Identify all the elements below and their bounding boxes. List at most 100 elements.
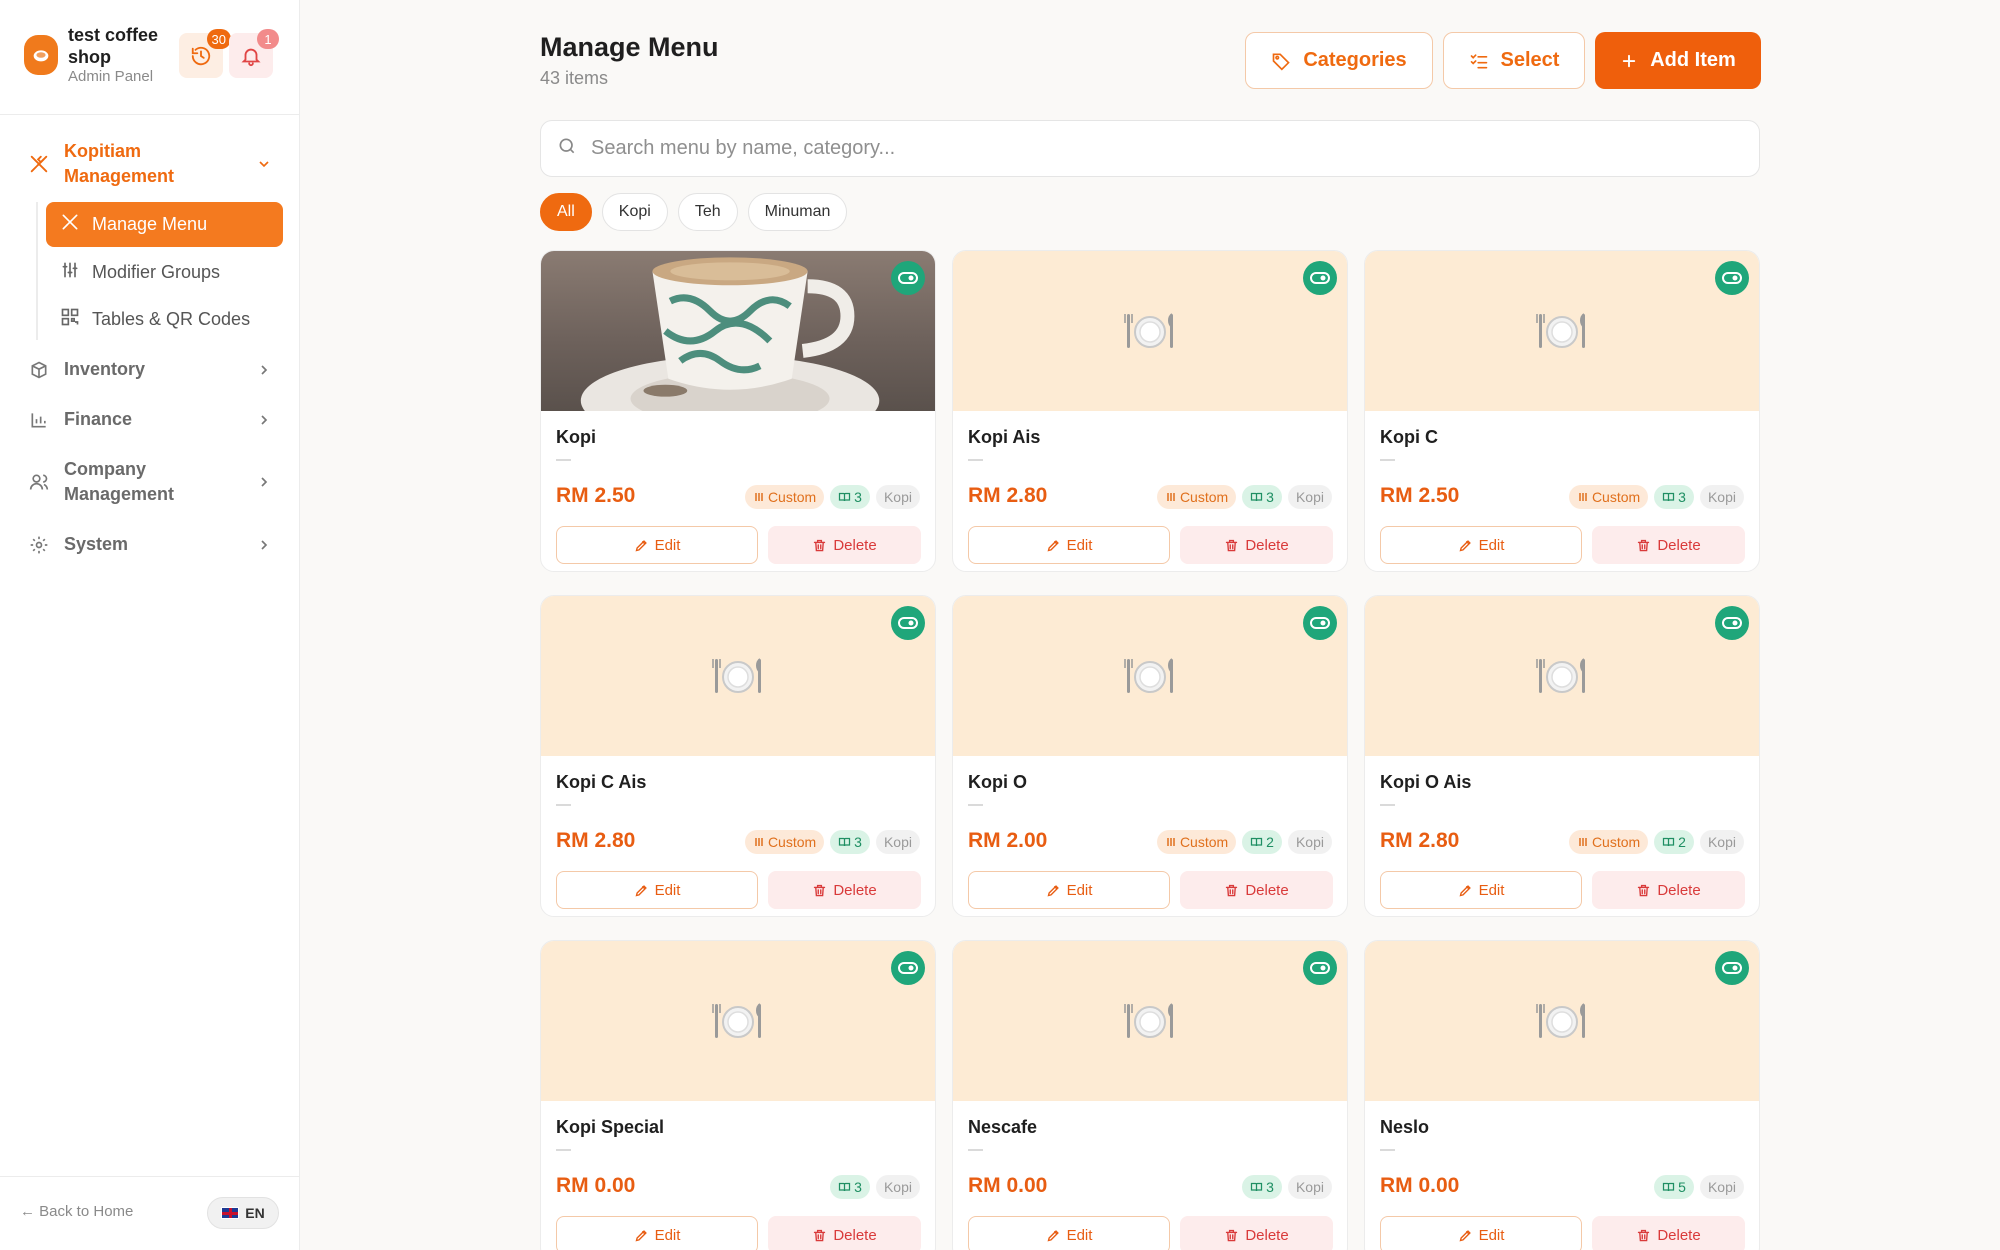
availability-toggle-icon[interactable] bbox=[1715, 606, 1749, 640]
availability-toggle-icon[interactable] bbox=[1715, 951, 1749, 985]
utensils-icon bbox=[28, 153, 50, 175]
sidebar-group-kopitiam-management[interactable]: Kopitiam Management bbox=[28, 139, 274, 189]
filter-chip-minuman[interactable]: Minuman bbox=[747, 193, 848, 231]
plate-cutlery-icon bbox=[953, 251, 1347, 411]
sidebar-item-modifier-groups[interactable]: Modifier Groups bbox=[46, 250, 283, 295]
search-bar[interactable] bbox=[540, 120, 1760, 177]
menu-item-card[interactable]: Neslo — RM 0.00 5 Kopi Edit Delete bbox=[1364, 940, 1760, 1250]
sidebar-group-label: System bbox=[64, 534, 129, 554]
menu-item-description: — bbox=[1380, 796, 1395, 813]
add-item-button[interactable]: Add Item bbox=[1595, 32, 1761, 89]
category-badge: Kopi bbox=[875, 1175, 920, 1199]
sidebar-group-finance[interactable]: Finance bbox=[28, 407, 274, 432]
plate-cutlery-icon bbox=[541, 941, 935, 1101]
edit-button[interactable]: Edit bbox=[1380, 526, 1582, 564]
sidebar-group-system[interactable]: System bbox=[28, 532, 274, 557]
categories-button[interactable]: Categories bbox=[1245, 32, 1433, 89]
sidebar-item-manage-menu[interactable]: Manage Menu bbox=[46, 202, 283, 247]
menu-item-tags: Custom 3 Kopi bbox=[739, 485, 920, 509]
custom-badge: Custom bbox=[744, 830, 825, 854]
delete-button[interactable]: Delete bbox=[1180, 526, 1333, 564]
custom-badge: Custom bbox=[1156, 830, 1237, 854]
menu-item-price: RM 2.50 bbox=[556, 484, 636, 507]
notifications-button[interactable]: 1 bbox=[229, 29, 279, 78]
edit-button[interactable]: Edit bbox=[1380, 871, 1582, 909]
edit-button[interactable]: Edit bbox=[1380, 1216, 1582, 1250]
menu-item-card[interactable]: Kopi O Ais — RM 2.80 Custom 2 Kopi Edit Delete bbox=[1364, 595, 1760, 917]
menu-item-description: — bbox=[968, 451, 983, 468]
menu-item-card[interactable]: Nescafe — RM 0.00 3 Kopi Edit Delete bbox=[952, 940, 1348, 1250]
filter-chip-all[interactable]: All bbox=[540, 193, 592, 231]
edit-button[interactable]: Edit bbox=[968, 526, 1170, 564]
availability-toggle-icon[interactable] bbox=[1303, 606, 1337, 640]
plate-cutlery-icon bbox=[1365, 941, 1759, 1101]
menu-item-name: Kopi Special bbox=[556, 1117, 665, 1137]
trash-icon bbox=[1224, 1228, 1239, 1243]
delete-button[interactable]: Delete bbox=[1592, 871, 1745, 909]
book-icon bbox=[838, 1181, 851, 1193]
custom-badge: Custom bbox=[1568, 830, 1649, 854]
delete-button[interactable]: Delete bbox=[768, 526, 921, 564]
sidebar-item-label: Tables & QR Codes bbox=[92, 309, 251, 329]
brand[interactable]: test coffee shop Admin Panel bbox=[24, 24, 178, 86]
availability-toggle-icon[interactable] bbox=[1715, 261, 1749, 295]
sidebar-group-inventory[interactable]: Inventory bbox=[28, 357, 274, 382]
menu-item-name: Kopi C Ais bbox=[556, 772, 647, 792]
edit-button[interactable]: Edit bbox=[556, 526, 758, 564]
availability-toggle-icon[interactable] bbox=[891, 606, 925, 640]
filter-chip-kopi[interactable]: Kopi bbox=[601, 193, 668, 231]
modifier-count-badge: 3 bbox=[1242, 485, 1282, 509]
edit-button-label: Edit bbox=[654, 536, 681, 554]
search-input[interactable] bbox=[591, 137, 1591, 160]
edit-button-label: Edit bbox=[654, 881, 681, 899]
edit-button[interactable]: Edit bbox=[556, 871, 758, 909]
delete-button[interactable]: Delete bbox=[1180, 871, 1333, 909]
sidebar-item-label: Modifier Groups bbox=[92, 262, 221, 282]
menu-item-card[interactable]: Kopi O — RM 2.00 Custom 2 Kopi Edit Delete bbox=[952, 595, 1348, 917]
delete-button[interactable]: Delete bbox=[1592, 526, 1745, 564]
menu-item-card[interactable]: Kopi — RM 2.50 Custom 3 Kopi Edit Delete bbox=[540, 250, 936, 572]
category-badge: Kopi bbox=[1699, 1175, 1744, 1199]
delete-button[interactable]: Delete bbox=[768, 871, 921, 909]
menu-item-price: RM 0.00 bbox=[968, 1174, 1048, 1197]
modifier-count-badge: 2 bbox=[1242, 830, 1282, 854]
language-switcher[interactable]: EN bbox=[207, 1197, 279, 1229]
delete-button-label: Delete bbox=[1245, 536, 1289, 554]
back-to-home-link[interactable]: ← Back to Home bbox=[20, 1203, 133, 1220]
filter-chip-teh[interactable]: Teh bbox=[677, 193, 738, 231]
availability-toggle-icon[interactable] bbox=[1303, 261, 1337, 295]
pencil-icon bbox=[1458, 883, 1473, 898]
notification-count-badge: 1 bbox=[257, 29, 279, 49]
custom-badge-label: Custom bbox=[1591, 489, 1641, 505]
history-count-badge: 30 bbox=[206, 29, 231, 49]
availability-toggle-icon[interactable] bbox=[891, 951, 925, 985]
edit-button[interactable]: Edit bbox=[968, 1216, 1170, 1250]
sidebar-footer-divider bbox=[0, 1176, 300, 1177]
menu-item-card[interactable]: Kopi C Ais — RM 2.80 Custom 3 Kopi Edit Delete bbox=[540, 595, 936, 917]
book-icon bbox=[838, 491, 851, 503]
edit-button-label: Edit bbox=[1478, 536, 1505, 554]
delete-button[interactable]: Delete bbox=[1592, 1216, 1745, 1250]
menu-item-price: RM 2.80 bbox=[968, 484, 1048, 507]
menu-item-description: — bbox=[1380, 451, 1395, 468]
availability-toggle-icon[interactable] bbox=[891, 261, 925, 295]
history-button[interactable]: 30 bbox=[179, 29, 231, 78]
menu-item-card[interactable]: Kopi C — RM 2.50 Custom 3 Kopi Edit Delete bbox=[1364, 250, 1760, 572]
edit-button-label: Edit bbox=[654, 1226, 681, 1244]
menu-item-card[interactable]: Kopi Ais — RM 2.80 Custom 3 Kopi Edit Delete bbox=[952, 250, 1348, 572]
menu-item-name: Kopi bbox=[556, 427, 596, 447]
sidebar-item-tables-qr-codes[interactable]: Tables & QR Codes bbox=[46, 297, 283, 342]
sidebar-group-company-management[interactable]: Company Management bbox=[28, 457, 274, 507]
sliders-icon bbox=[60, 260, 80, 285]
edit-button[interactable]: Edit bbox=[968, 871, 1170, 909]
sidebar-divider bbox=[0, 114, 300, 115]
delete-button[interactable]: Delete bbox=[768, 1216, 921, 1250]
package-icon bbox=[28, 359, 50, 381]
menu-item-card[interactable]: Kopi Special — RM 0.00 3 Kopi Edit Delete bbox=[540, 940, 936, 1250]
edit-button[interactable]: Edit bbox=[556, 1216, 758, 1250]
availability-toggle-icon[interactable] bbox=[1303, 951, 1337, 985]
delete-button[interactable]: Delete bbox=[1180, 1216, 1333, 1250]
modifier-count: 3 bbox=[1678, 489, 1686, 505]
select-button[interactable]: Select bbox=[1443, 32, 1585, 89]
language-label: EN bbox=[245, 1205, 265, 1221]
